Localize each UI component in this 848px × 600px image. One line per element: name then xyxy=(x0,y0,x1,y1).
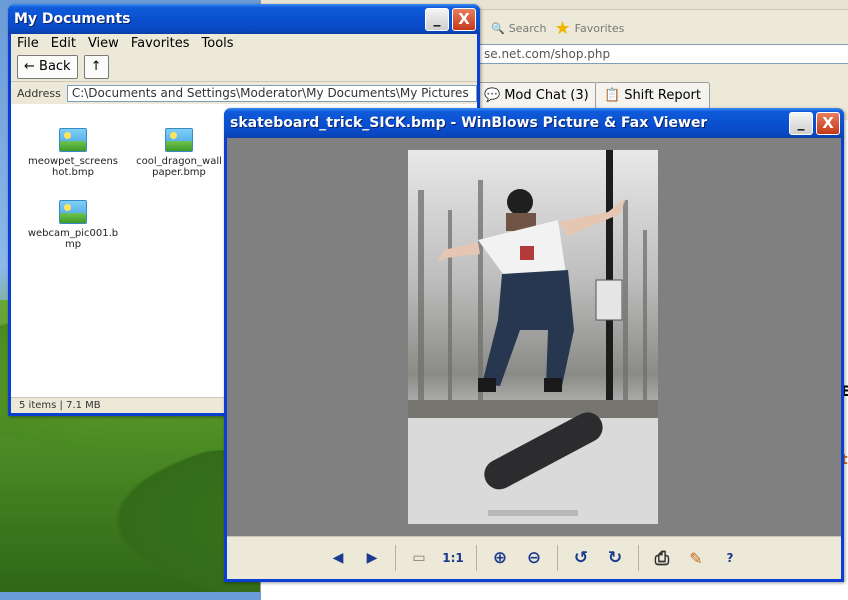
minimize-button[interactable]: _ xyxy=(789,111,813,135)
previous-image-button[interactable]: ◀ xyxy=(321,543,355,573)
skateboard-photo xyxy=(408,150,658,524)
address-field[interactable]: C:\Documents and Settings\Moderator\My D… xyxy=(66,84,477,102)
menu-file[interactable]: File xyxy=(17,36,39,52)
file-name: webcam_pic001.bmp xyxy=(27,228,119,250)
toolbar-divider xyxy=(395,545,396,571)
my-documents-titlebar[interactable]: My Documents _ X xyxy=(8,4,480,34)
picture-viewer-titlebar[interactable]: skateboard_trick_SICK.bmp - WinBlows Pic… xyxy=(224,108,844,138)
image-file-icon xyxy=(165,128,193,152)
skateboard-photo-illustration xyxy=(408,150,658,524)
shift-report-label: Shift Report xyxy=(624,88,701,103)
rotate-left-button[interactable]: ↺ xyxy=(564,543,598,573)
search-icon: 🔍 xyxy=(491,21,505,35)
file-item[interactable]: cool_dragon_wallpaper.bmp xyxy=(133,128,225,178)
file-item[interactable]: webcam_pic001.bmp xyxy=(27,200,119,250)
menu-bar: File Edit View Favorites Tools xyxy=(11,34,477,52)
browser-favorites-button[interactable]: ★ Favorites xyxy=(555,18,625,39)
chat-bubble-icon: 💬 xyxy=(484,88,501,103)
image-file-icon xyxy=(59,200,87,224)
mod-chat-button[interactable]: 💬 Mod Chat (3) xyxy=(475,82,598,110)
rotate-right-button[interactable]: ↻ xyxy=(598,543,632,573)
close-button[interactable]: X xyxy=(816,111,840,135)
navigation-bar: ← Back ↑ xyxy=(11,52,477,82)
address-row: Address C:\Documents and Settings\Modera… xyxy=(11,82,477,104)
browser-search-button[interactable]: 🔍 Search xyxy=(491,22,547,35)
shift-report-button[interactable]: 📋 Shift Report xyxy=(595,82,710,110)
next-image-button[interactable]: ▶ xyxy=(355,543,389,573)
browser-favorites-label: Favorites xyxy=(574,21,625,35)
file-name: meowpet_screenshot.bmp xyxy=(27,156,119,178)
mod-chat-label: Mod Chat (3) xyxy=(504,88,589,103)
zoom-out-button[interactable]: ⊖ xyxy=(517,543,551,573)
menu-tools[interactable]: Tools xyxy=(202,36,234,52)
viewer-toolbar: ◀ ▶ ▭ 1:1 ⊕ ⊖ ↺ ↻ ⎙ ✎ ? xyxy=(227,536,841,579)
image-view-area xyxy=(227,138,841,536)
help-button[interactable]: ? xyxy=(713,543,747,573)
actual-size-button[interactable]: 1:1 xyxy=(436,543,470,573)
file-name: cool_dragon_wallpaper.bmp xyxy=(136,156,222,178)
menu-view[interactable]: View xyxy=(88,36,119,52)
file-item[interactable]: meowpet_screenshot.bmp xyxy=(27,128,119,178)
toolbar-divider xyxy=(557,545,558,571)
browser-search-label: Search xyxy=(508,21,547,35)
back-button[interactable]: ← Back xyxy=(17,54,78,79)
menu-edit[interactable]: Edit xyxy=(51,36,76,52)
menu-favorites[interactable]: Favorites xyxy=(131,36,190,52)
edit-image-button[interactable]: ✎ xyxy=(679,543,713,573)
best-fit-button[interactable]: ▭ xyxy=(402,543,436,573)
address-label: Address xyxy=(17,86,61,100)
toolbar-divider xyxy=(476,545,477,571)
star-icon: ★ xyxy=(554,17,571,39)
report-icon: 📋 xyxy=(604,88,621,103)
window-title: skateboard_trick_SICK.bmp - WinBlows Pic… xyxy=(230,115,708,131)
minimize-button[interactable]: _ xyxy=(425,7,449,31)
close-button[interactable]: X xyxy=(452,7,476,31)
print-button[interactable]: ⎙ xyxy=(645,543,679,573)
up-folder-button[interactable]: ↑ xyxy=(83,54,109,79)
picture-viewer-window: skateboard_trick_SICK.bmp - WinBlows Pic… xyxy=(224,108,844,582)
toolbar-divider xyxy=(638,545,639,571)
image-file-icon xyxy=(59,128,87,152)
zoom-in-button[interactable]: ⊕ xyxy=(483,543,517,573)
browser-address-bar[interactable]: se.net.com/shop.php xyxy=(479,44,848,64)
window-title: My Documents xyxy=(14,11,131,27)
